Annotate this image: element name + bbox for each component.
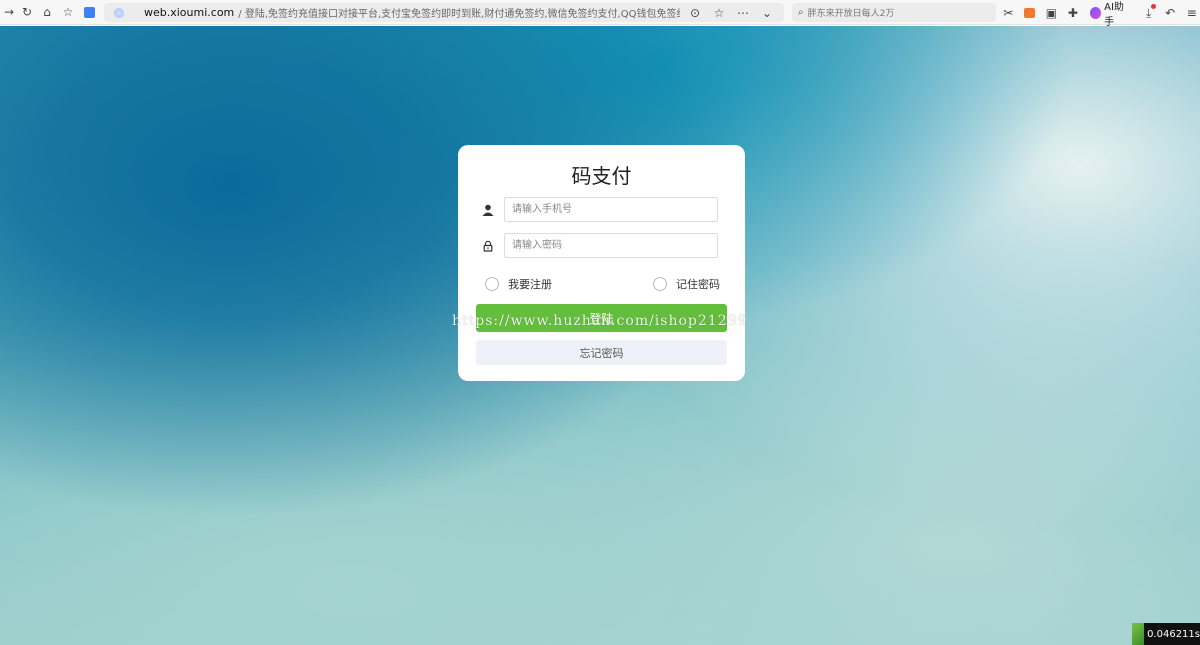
password-row bbox=[482, 233, 720, 258]
remember-radio[interactable] bbox=[653, 277, 667, 291]
browser-toolbar: → ↻ ⌂ ☆ web.xioumi.com / 登陆,免签约充值接口对接平台,… bbox=[0, 0, 1200, 28]
watermark-text: https://www.huzhan.com/ishop21299 bbox=[452, 313, 748, 329]
phone-input[interactable] bbox=[504, 197, 718, 222]
register-label: 我要注册 bbox=[508, 278, 552, 291]
phone-row bbox=[482, 197, 720, 222]
favorites-icon[interactable]: ☆ bbox=[59, 3, 77, 21]
login-card: 码支付 我要注册 记住密码 登陆 忘记密码 bbox=[458, 145, 745, 381]
timer-logo-icon bbox=[1132, 623, 1145, 645]
extension-fox-icon[interactable] bbox=[1022, 4, 1039, 22]
address-bar[interactable]: web.xioumi.com / 登陆,免签约充值接口对接平台,支付宝免签约即时… bbox=[104, 3, 784, 22]
right-tools: ✂ ▣ ✚ AI助手 ⤓ ↶ ≡ bbox=[1000, 2, 1200, 28]
search-placeholder: 胖东来开放日每人2万 bbox=[807, 9, 895, 19]
user-icon bbox=[482, 197, 504, 222]
sidebar-icon[interactable]: ▣ bbox=[1043, 4, 1060, 22]
home-icon[interactable]: ⌂ bbox=[38, 3, 56, 21]
ai-assistant-button[interactable]: AI助手 bbox=[1086, 0, 1135, 28]
forward-icon[interactable]: → bbox=[0, 3, 18, 21]
register-radio[interactable] bbox=[485, 277, 499, 291]
register-option[interactable]: 我要注册 bbox=[485, 276, 552, 292]
search-icon: ⌕ bbox=[798, 7, 804, 18]
scissors-icon[interactable]: ✂ bbox=[1000, 4, 1017, 22]
menu-icon[interactable]: ≡ bbox=[1183, 4, 1200, 22]
address-domain: web.xioumi.com bbox=[144, 6, 235, 19]
remember-label: 记住密码 bbox=[676, 278, 720, 291]
password-input[interactable] bbox=[504, 233, 718, 258]
translate-icon[interactable] bbox=[80, 3, 98, 21]
search-box[interactable]: ⌕ 胖东来开放日每人2万 bbox=[792, 3, 996, 22]
location-icon[interactable]: ⊙ bbox=[686, 4, 704, 22]
timer-text: 0.046211s bbox=[1147, 628, 1200, 640]
login-title: 码支付 bbox=[571, 164, 632, 188]
site-security-icon bbox=[114, 7, 124, 18]
timer-badge: 0.046211s bbox=[1132, 623, 1200, 645]
page-background: 码支付 我要注册 记住密码 登陆 忘记密码 https://www.huzhan… bbox=[0, 26, 1200, 645]
ai-logo-icon bbox=[1090, 6, 1102, 19]
chevron-down-icon[interactable]: ⌄ bbox=[758, 4, 776, 22]
undo-icon[interactable]: ↶ bbox=[1162, 4, 1179, 22]
remember-option[interactable]: 记住密码 bbox=[653, 276, 720, 292]
ai-assistant-label: AI助手 bbox=[1104, 1, 1124, 28]
forgot-password-button[interactable]: 忘记密码 bbox=[476, 340, 727, 365]
extensions-puzzle-icon[interactable]: ✚ bbox=[1065, 4, 1082, 22]
address-actions: ⊙ ☆ ⋯ ⌄ bbox=[680, 3, 776, 22]
download-icon[interactable]: ⤓ bbox=[1140, 3, 1157, 22]
reload-icon[interactable]: ↻ bbox=[18, 3, 36, 21]
lock-icon bbox=[482, 233, 504, 258]
more-icon[interactable]: ⋯ bbox=[734, 4, 752, 22]
bookmark-star-icon[interactable]: ☆ bbox=[710, 4, 728, 22]
